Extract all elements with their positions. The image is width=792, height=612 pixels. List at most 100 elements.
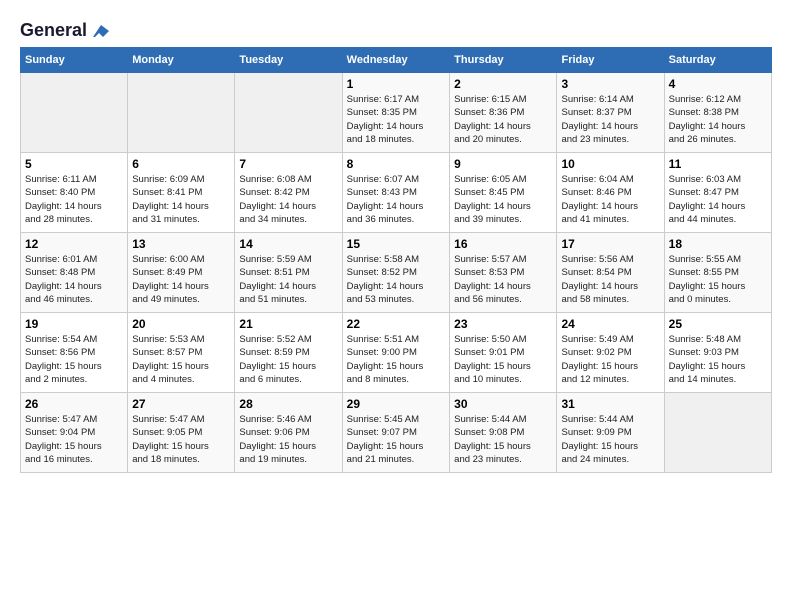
day-info: Sunrise: 6:11 AM Sunset: 8:40 PM Dayligh… xyxy=(25,173,123,226)
day-info: Sunrise: 6:04 AM Sunset: 8:46 PM Dayligh… xyxy=(561,173,659,226)
logo-bird-icon xyxy=(89,23,111,39)
week-row-1: 1 Sunrise: 6:17 AM Sunset: 8:35 PM Daylig… xyxy=(21,73,772,153)
day-info: Sunrise: 6:15 AM Sunset: 8:36 PM Dayligh… xyxy=(454,93,552,146)
empty-cell xyxy=(664,393,771,473)
day-cell-14: 14 Sunrise: 5:59 AM Sunset: 8:51 PM Dayli… xyxy=(235,233,342,313)
day-info: Sunrise: 5:53 AM Sunset: 8:57 PM Dayligh… xyxy=(132,333,230,386)
day-cell-1: 1 Sunrise: 6:17 AM Sunset: 8:35 PM Daylig… xyxy=(342,73,449,153)
day-number: 1 xyxy=(347,77,445,91)
day-header-sunday: Sunday xyxy=(21,48,128,73)
day-info: Sunrise: 5:47 AM Sunset: 9:04 PM Dayligh… xyxy=(25,413,123,466)
day-info: Sunrise: 5:51 AM Sunset: 9:00 PM Dayligh… xyxy=(347,333,445,386)
day-header-wednesday: Wednesday xyxy=(342,48,449,73)
day-cell-18: 18 Sunrise: 5:55 AM Sunset: 8:55 PM Dayli… xyxy=(664,233,771,313)
day-info: Sunrise: 6:14 AM Sunset: 8:37 PM Dayligh… xyxy=(561,93,659,146)
day-number: 16 xyxy=(454,237,552,251)
empty-cell xyxy=(235,73,342,153)
day-cell-9: 9 Sunrise: 6:05 AM Sunset: 8:45 PM Daylig… xyxy=(450,153,557,233)
day-info: Sunrise: 6:07 AM Sunset: 8:43 PM Dayligh… xyxy=(347,173,445,226)
day-number: 31 xyxy=(561,397,659,411)
day-cell-13: 13 Sunrise: 6:00 AM Sunset: 8:49 PM Dayli… xyxy=(128,233,235,313)
day-cell-27: 27 Sunrise: 5:47 AM Sunset: 9:05 PM Dayli… xyxy=(128,393,235,473)
logo: General xyxy=(20,20,111,37)
day-info: Sunrise: 5:54 AM Sunset: 8:56 PM Dayligh… xyxy=(25,333,123,386)
day-cell-8: 8 Sunrise: 6:07 AM Sunset: 8:43 PM Daylig… xyxy=(342,153,449,233)
day-info: Sunrise: 5:46 AM Sunset: 9:06 PM Dayligh… xyxy=(239,413,337,466)
day-number: 11 xyxy=(669,157,767,171)
day-cell-23: 23Sunrise: 5:50 AM Sunset: 9:01 PM Dayli… xyxy=(450,313,557,393)
day-info: Sunrise: 6:09 AM Sunset: 8:41 PM Dayligh… xyxy=(132,173,230,226)
day-cell-17: 17Sunrise: 5:56 AM Sunset: 8:54 PM Dayli… xyxy=(557,233,664,313)
day-number: 7 xyxy=(239,157,337,171)
day-number: 20 xyxy=(132,317,230,331)
day-number: 17 xyxy=(561,237,659,251)
day-cell-21: 21 Sunrise: 5:52 AM Sunset: 8:59 PM Dayli… xyxy=(235,313,342,393)
day-cell-7: 7 Sunrise: 6:08 AM Sunset: 8:42 PM Daylig… xyxy=(235,153,342,233)
day-cell-29: 29 Sunrise: 5:45 AM Sunset: 9:07 PM Dayli… xyxy=(342,393,449,473)
day-number: 9 xyxy=(454,157,552,171)
day-cell-25: 25Sunrise: 5:48 AM Sunset: 9:03 PM Dayli… xyxy=(664,313,771,393)
day-cell-16: 16 Sunrise: 5:57 AM Sunset: 8:53 PM Dayli… xyxy=(450,233,557,313)
day-info: Sunrise: 6:08 AM Sunset: 8:42 PM Dayligh… xyxy=(239,173,337,226)
day-cell-26: 26 Sunrise: 5:47 AM Sunset: 9:04 PM Dayli… xyxy=(21,393,128,473)
day-info: Sunrise: 5:52 AM Sunset: 8:59 PM Dayligh… xyxy=(239,333,337,386)
week-row-4: 19Sunrise: 5:54 AM Sunset: 8:56 PM Dayli… xyxy=(21,313,772,393)
day-info: Sunrise: 5:44 AM Sunset: 9:09 PM Dayligh… xyxy=(561,413,659,466)
day-info: Sunrise: 6:17 AM Sunset: 8:35 PM Dayligh… xyxy=(347,93,445,146)
day-cell-22: 22 Sunrise: 5:51 AM Sunset: 9:00 PM Dayli… xyxy=(342,313,449,393)
week-row-5: 26 Sunrise: 5:47 AM Sunset: 9:04 PM Dayli… xyxy=(21,393,772,473)
day-number: 2 xyxy=(454,77,552,91)
day-number: 29 xyxy=(347,397,445,411)
day-info: Sunrise: 6:01 AM Sunset: 8:48 PM Dayligh… xyxy=(25,253,123,306)
day-number: 22 xyxy=(347,317,445,331)
week-row-2: 5 Sunrise: 6:11 AM Sunset: 8:40 PM Daylig… xyxy=(21,153,772,233)
day-info: Sunrise: 5:57 AM Sunset: 8:53 PM Dayligh… xyxy=(454,253,552,306)
day-header-friday: Friday xyxy=(557,48,664,73)
day-number: 14 xyxy=(239,237,337,251)
day-number: 12 xyxy=(25,237,123,251)
day-header-monday: Monday xyxy=(128,48,235,73)
calendar-table: SundayMondayTuesdayWednesdayThursdayFrid… xyxy=(20,47,772,473)
day-info: Sunrise: 5:50 AM Sunset: 9:01 PM Dayligh… xyxy=(454,333,552,386)
day-number: 21 xyxy=(239,317,337,331)
day-info: Sunrise: 6:12 AM Sunset: 8:38 PM Dayligh… xyxy=(669,93,767,146)
day-number: 30 xyxy=(454,397,552,411)
day-info: Sunrise: 5:49 AM Sunset: 9:02 PM Dayligh… xyxy=(561,333,659,386)
day-cell-6: 6Sunrise: 6:09 AM Sunset: 8:41 PM Daylig… xyxy=(128,153,235,233)
day-number: 3 xyxy=(561,77,659,91)
day-info: Sunrise: 6:00 AM Sunset: 8:49 PM Dayligh… xyxy=(132,253,230,306)
page-header: General xyxy=(20,20,772,37)
day-info: Sunrise: 6:05 AM Sunset: 8:45 PM Dayligh… xyxy=(454,173,552,226)
day-info: Sunrise: 5:47 AM Sunset: 9:05 PM Dayligh… xyxy=(132,413,230,466)
day-number: 27 xyxy=(132,397,230,411)
day-number: 8 xyxy=(347,157,445,171)
day-info: Sunrise: 5:59 AM Sunset: 8:51 PM Dayligh… xyxy=(239,253,337,306)
day-info: Sunrise: 5:45 AM Sunset: 9:07 PM Dayligh… xyxy=(347,413,445,466)
day-header-saturday: Saturday xyxy=(664,48,771,73)
day-cell-20: 20 Sunrise: 5:53 AM Sunset: 8:57 PM Dayli… xyxy=(128,313,235,393)
empty-cell xyxy=(21,73,128,153)
day-info: Sunrise: 5:55 AM Sunset: 8:55 PM Dayligh… xyxy=(669,253,767,306)
logo-text-general: General xyxy=(20,20,87,41)
day-number: 13 xyxy=(132,237,230,251)
day-cell-12: 12 Sunrise: 6:01 AM Sunset: 8:48 PM Dayli… xyxy=(21,233,128,313)
day-number: 4 xyxy=(669,77,767,91)
day-cell-11: 11 Sunrise: 6:03 AM Sunset: 8:47 PM Dayli… xyxy=(664,153,771,233)
day-cell-28: 28Sunrise: 5:46 AM Sunset: 9:06 PM Dayli… xyxy=(235,393,342,473)
header-row: SundayMondayTuesdayWednesdayThursdayFrid… xyxy=(21,48,772,73)
week-row-3: 12 Sunrise: 6:01 AM Sunset: 8:48 PM Dayli… xyxy=(21,233,772,313)
day-number: 26 xyxy=(25,397,123,411)
day-info: Sunrise: 5:44 AM Sunset: 9:08 PM Dayligh… xyxy=(454,413,552,466)
day-number: 5 xyxy=(25,157,123,171)
day-info: Sunrise: 5:58 AM Sunset: 8:52 PM Dayligh… xyxy=(347,253,445,306)
day-cell-10: 10Sunrise: 6:04 AM Sunset: 8:46 PM Dayli… xyxy=(557,153,664,233)
day-number: 15 xyxy=(347,237,445,251)
day-number: 25 xyxy=(669,317,767,331)
day-cell-3: 3 Sunrise: 6:14 AM Sunset: 8:37 PM Daylig… xyxy=(557,73,664,153)
day-info: Sunrise: 6:03 AM Sunset: 8:47 PM Dayligh… xyxy=(669,173,767,226)
day-cell-15: 15 Sunrise: 5:58 AM Sunset: 8:52 PM Dayli… xyxy=(342,233,449,313)
day-number: 18 xyxy=(669,237,767,251)
day-header-tuesday: Tuesday xyxy=(235,48,342,73)
day-cell-4: 4 Sunrise: 6:12 AM Sunset: 8:38 PM Daylig… xyxy=(664,73,771,153)
day-cell-24: 24Sunrise: 5:49 AM Sunset: 9:02 PM Dayli… xyxy=(557,313,664,393)
